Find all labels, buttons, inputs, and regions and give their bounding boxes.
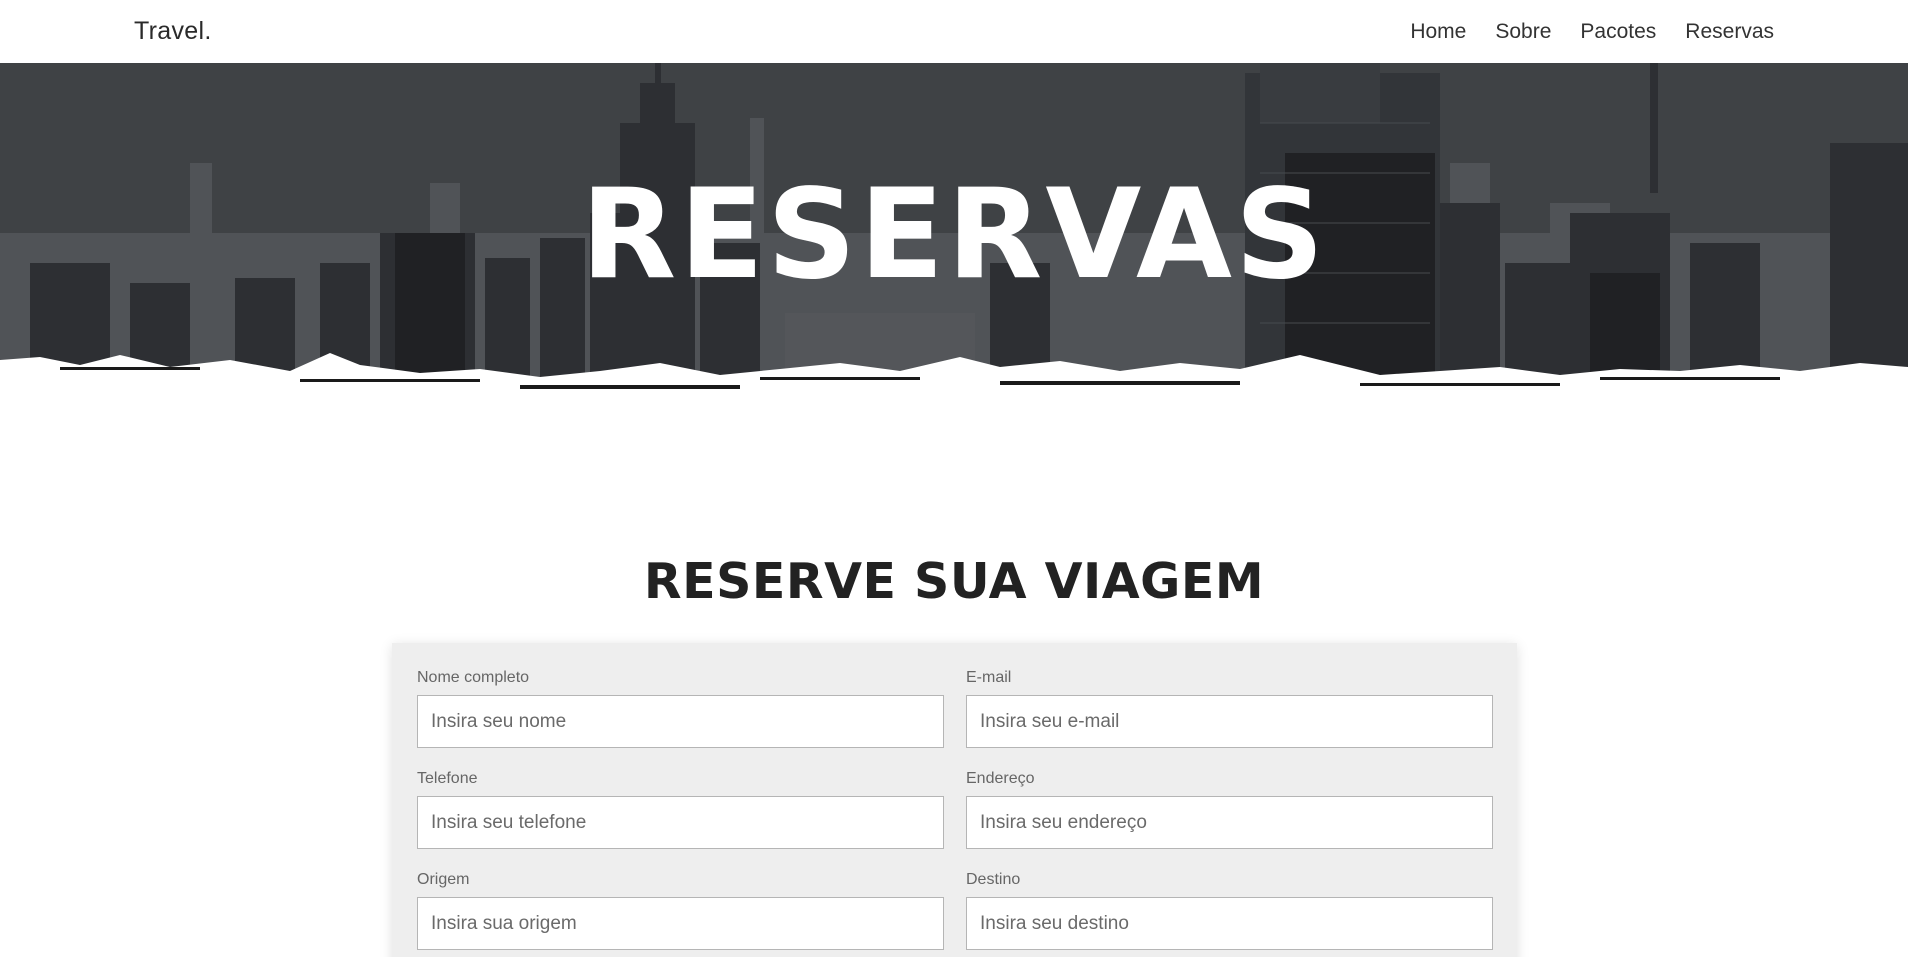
- nav-link-sobre[interactable]: Sobre: [1495, 20, 1551, 44]
- address-input[interactable]: [966, 796, 1493, 849]
- booking-form: Nome completo E-mail Telefone Endereço O…: [392, 643, 1517, 957]
- field-label-nome: Nome completo: [417, 669, 530, 686]
- nav-link-home[interactable]: Home: [1410, 20, 1466, 44]
- brand-logo[interactable]: Travel.: [134, 17, 212, 46]
- navbar: Travel. Home Sobre Pacotes Reservas: [0, 0, 1908, 63]
- field-label-endereco: Endereço: [966, 770, 1035, 787]
- field-email: E-mail: [966, 669, 1493, 770]
- field-telefone: Telefone: [417, 770, 944, 871]
- destination-input[interactable]: [966, 897, 1493, 950]
- phone-input[interactable]: [417, 796, 944, 849]
- email-input[interactable]: [966, 695, 1493, 748]
- nav-link-reservas[interactable]: Reservas: [1685, 20, 1774, 44]
- booking-section-title: RESERVE SUA VIAGEM: [643, 553, 1265, 610]
- field-label-email: E-mail: [966, 669, 1012, 686]
- field-origem: Origem: [417, 871, 944, 957]
- nav-links: Home Sobre Pacotes Reservas: [1410, 20, 1774, 44]
- brush-stroke-divider: [0, 353, 1908, 425]
- field-label-telefone: Telefone: [417, 770, 478, 787]
- form-grid: Nome completo E-mail Telefone Endereço O…: [417, 669, 1493, 957]
- field-label-origem: Origem: [417, 871, 470, 888]
- origin-input[interactable]: [417, 897, 944, 950]
- nav-link-pacotes[interactable]: Pacotes: [1580, 20, 1656, 44]
- field-nome: Nome completo: [417, 669, 944, 770]
- field-label-destino: Destino: [966, 871, 1021, 888]
- hero-title: RESERVAS: [580, 163, 1328, 307]
- field-destino: Destino: [966, 871, 1493, 957]
- field-endereco: Endereço: [966, 770, 1493, 871]
- hero-banner: RESERVAS: [0, 63, 1908, 425]
- name-input[interactable]: [417, 695, 944, 748]
